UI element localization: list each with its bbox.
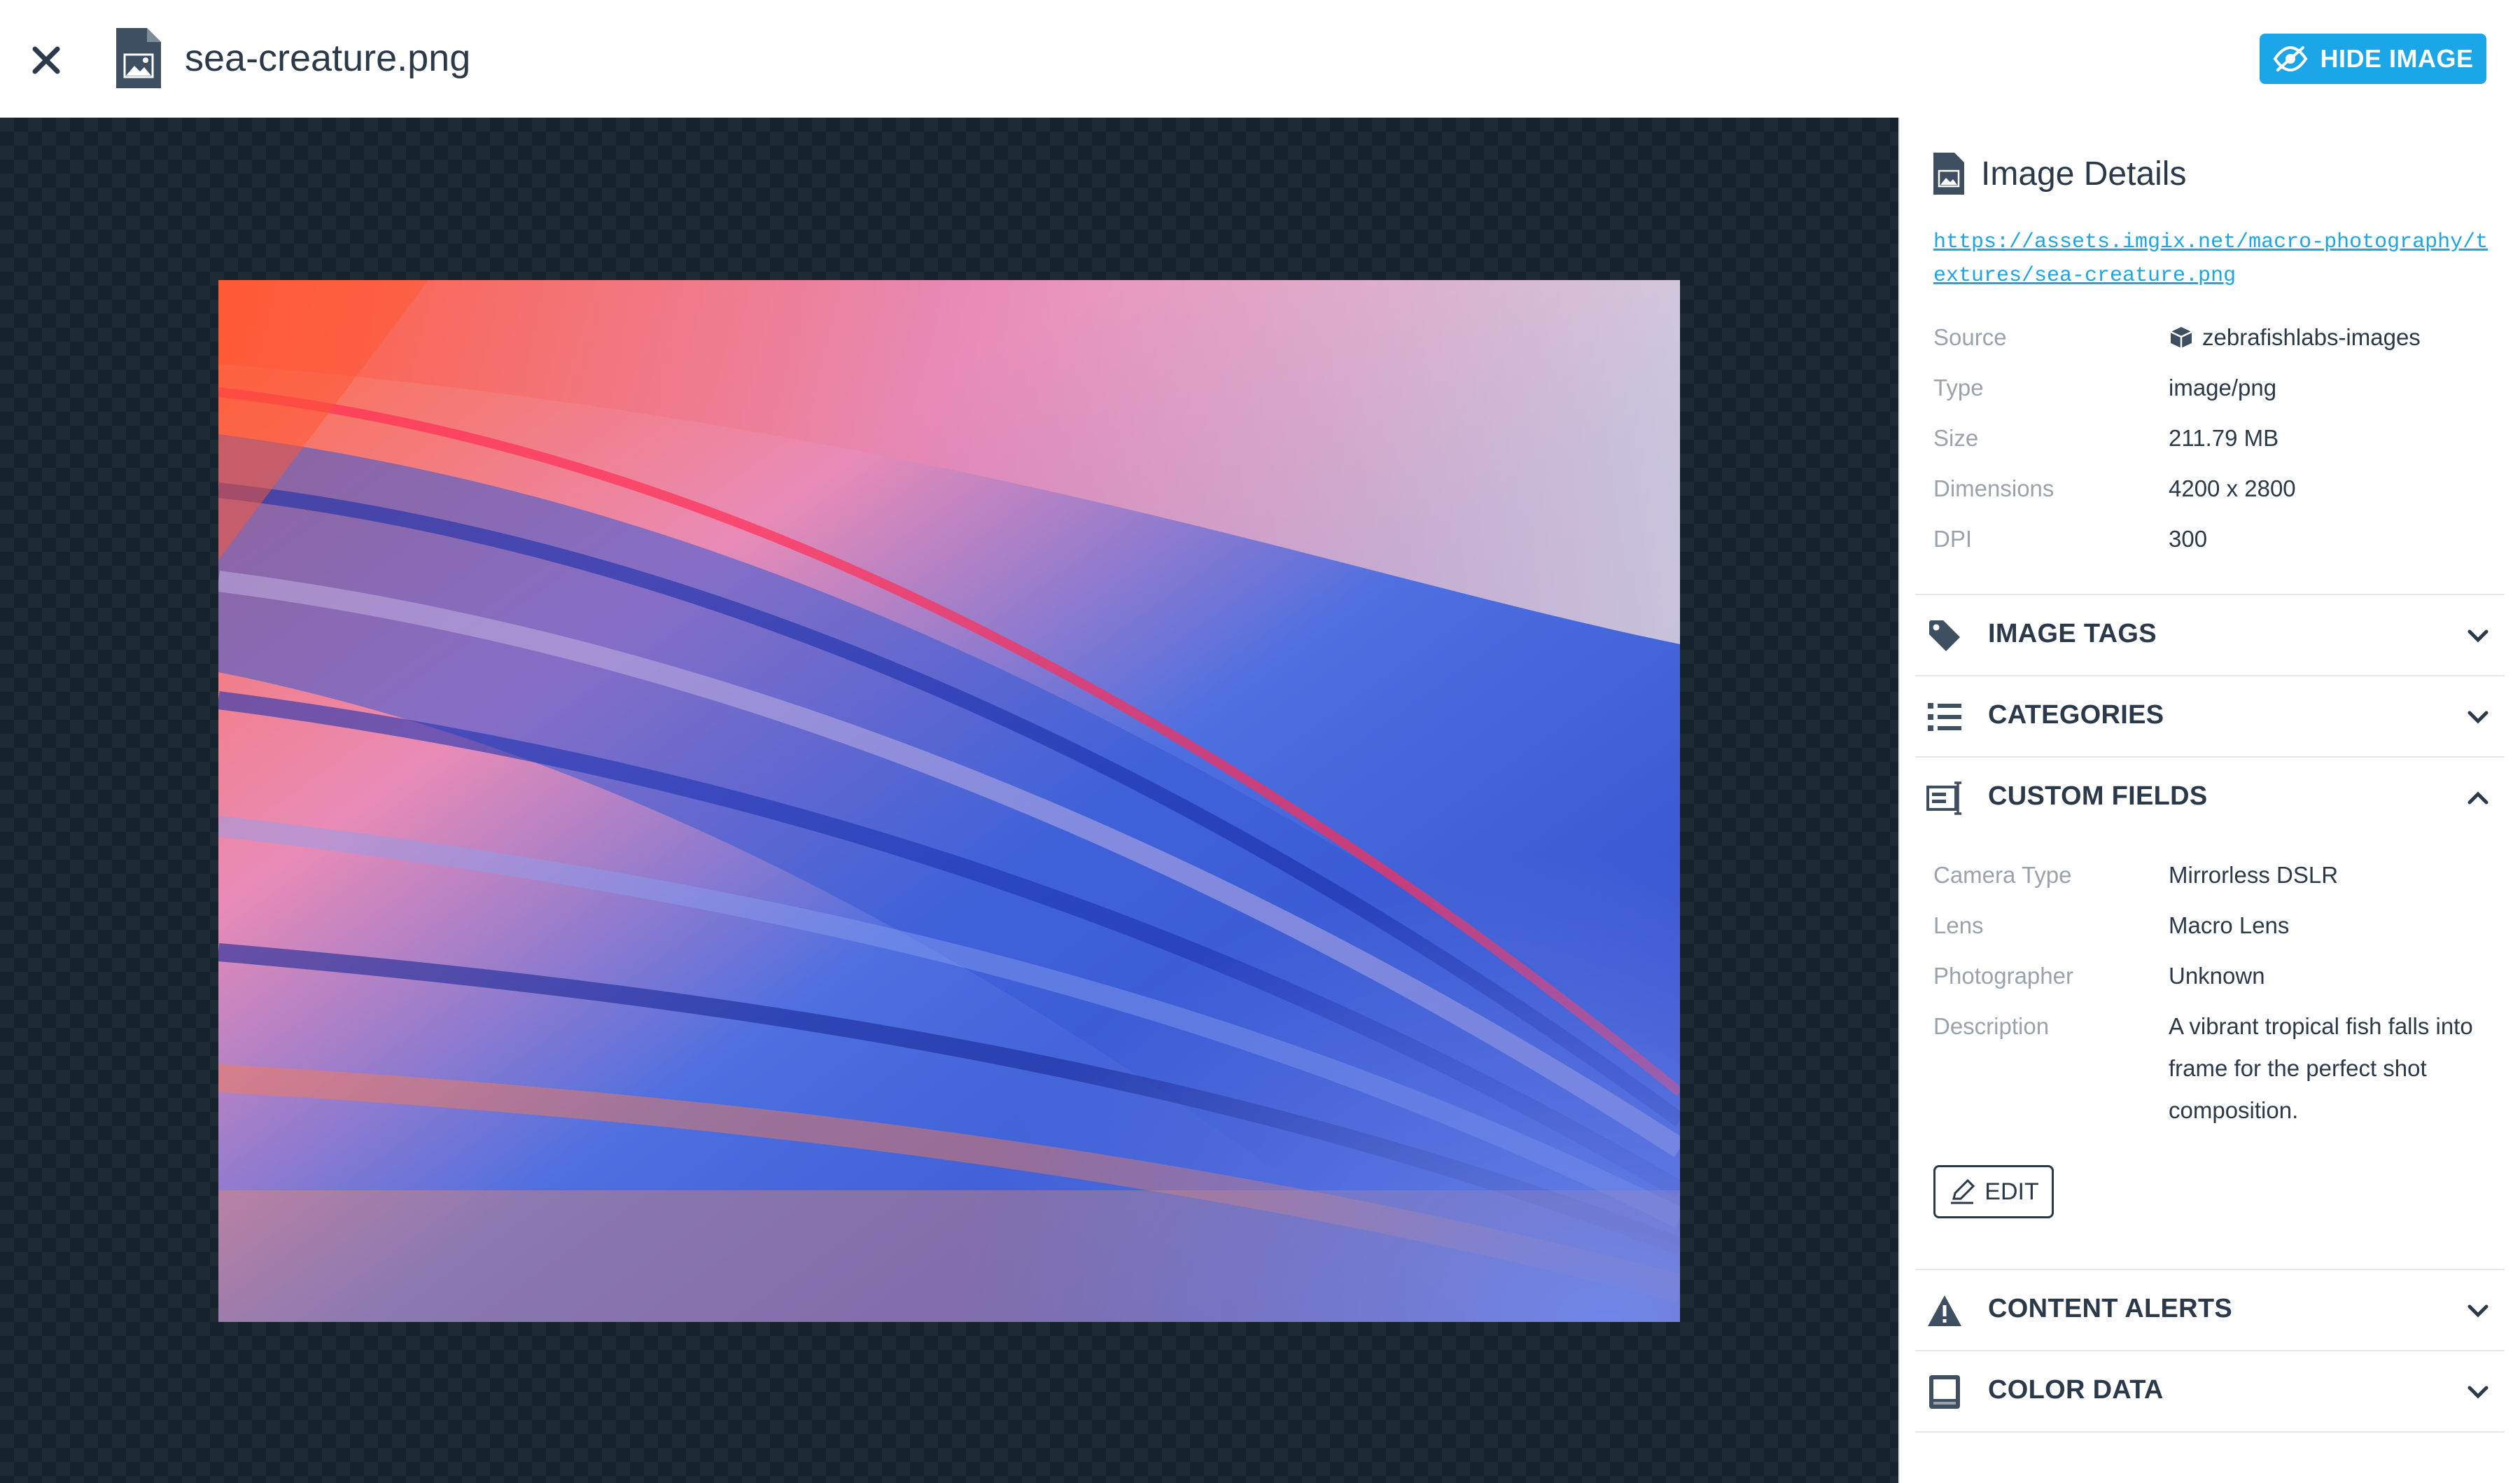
section-label: COLOR DATA: [1988, 1375, 2164, 1405]
details-panel: Image Details https://assets.imgix.net/m…: [1898, 118, 2520, 1483]
custom-field-row: Photographer Unknown: [1933, 958, 2493, 1008]
chevron-down-icon: [2468, 1304, 2488, 1318]
metadata-row-source: Source zebrafishlabs-images: [1933, 319, 2493, 370]
close-icon: [32, 46, 60, 74]
section-custom-fields[interactable]: CUSTOM FIELDS: [1915, 756, 2505, 839]
metadata-key: Size: [1933, 425, 1979, 451]
edit-label: EDIT: [1984, 1178, 2039, 1205]
custom-field-key: Camera Type: [1933, 862, 2072, 888]
metadata-row-size: Size 211.79 MB: [1933, 420, 2493, 471]
metadata-row-dpi: DPI 300: [1933, 521, 2493, 571]
metadata-row-dimensions: Dimensions 4200 x 2800: [1933, 471, 2493, 521]
custom-field-row: Lens Macro Lens: [1933, 907, 2493, 958]
form-icon: [1926, 781, 1961, 815]
chevron-down-icon: [2468, 1386, 2488, 1399]
section-content-alerts[interactable]: CONTENT ALERTS: [1915, 1269, 2505, 1351]
custom-fields-list: Camera Type Mirrorless DSLR Lens Macro L…: [1933, 857, 2493, 1132]
box-icon: [2170, 327, 2192, 348]
section-color-data[interactable]: COLOR DATA: [1915, 1350, 2505, 1433]
metadata-value: 211.79 MB: [2169, 425, 2279, 451]
metadata-value: zebrafishlabs-images: [2169, 319, 2493, 356]
metadata-key: Type: [1933, 375, 1984, 401]
image-url-link[interactable]: https://assets.imgix.net/macro-photograp…: [1933, 225, 2493, 293]
chevron-down-icon: [2468, 629, 2488, 643]
hide-image-label: HIDE IMAGE: [2320, 44, 2474, 73]
panel-header: Image Details: [1933, 153, 2186, 195]
metadata-value: image/png: [2169, 375, 2277, 401]
custom-field-value: Mirrorless DSLR: [2169, 862, 2339, 888]
section-image-tags[interactable]: IMAGE TAGS: [1915, 594, 2505, 676]
section-categories[interactable]: CATEGORIES: [1915, 675, 2505, 758]
section-label: CONTENT ALERTS: [1988, 1294, 2233, 1323]
image-viewer: [0, 118, 1898, 1483]
file-name: sea-creature.png: [185, 37, 471, 79]
image-metadata: Source zebrafishlabs-images Type image/p…: [1933, 319, 2493, 571]
custom-field-value: Unknown: [2169, 963, 2265, 989]
tag-icon: [1929, 620, 1960, 651]
palette-icon: [1929, 1375, 1960, 1409]
custom-field-key: Photographer: [1933, 963, 2073, 989]
metadata-value: 300: [2169, 526, 2208, 552]
list-icon: [1928, 703, 1961, 731]
metadata-key: DPI: [1933, 526, 1973, 552]
pencil-icon: [1951, 1178, 1975, 1204]
eye-slash-icon: [2274, 46, 2308, 72]
section-label: IMAGE TAGS: [1988, 619, 2157, 648]
custom-field-row: Description A vibrant tropical fish fall…: [1933, 1008, 2493, 1132]
metadata-value: 4200 x 2800: [2169, 475, 2296, 501]
preview-image: [218, 280, 1680, 1322]
metadata-key: Source: [1933, 324, 2007, 350]
source-value: zebrafishlabs-images: [2202, 324, 2421, 350]
close-button[interactable]: [27, 41, 66, 80]
image-file-icon: [1933, 153, 1964, 195]
custom-field-row: Camera Type Mirrorless DSLR: [1933, 857, 2493, 907]
top-bar: sea-creature.png HIDE IMAGE: [0, 0, 2520, 116]
metadata-row-type: Type image/png: [1933, 370, 2493, 420]
custom-field-value: Macro Lens: [2169, 912, 2290, 938]
section-label: CUSTOM FIELDS: [1988, 781, 2208, 811]
custom-field-key: Lens: [1933, 912, 1984, 938]
custom-field-value: A vibrant tropical fish falls into frame…: [2169, 1013, 2473, 1123]
metadata-key: Dimensions: [1933, 475, 2054, 501]
panel-title: Image Details: [1981, 155, 2187, 193]
chevron-up-icon: [2468, 791, 2488, 805]
custom-field-key: Description: [1933, 1013, 2050, 1039]
section-label: CATEGORIES: [1988, 700, 2164, 730]
divider: [1915, 1431, 2505, 1433]
edit-button[interactable]: EDIT: [1933, 1165, 2054, 1218]
chevron-down-icon: [2468, 711, 2488, 724]
hide-image-button[interactable]: HIDE IMAGE: [2260, 34, 2486, 84]
image-file-icon: [116, 28, 161, 88]
warning-icon: [1928, 1295, 1961, 1326]
